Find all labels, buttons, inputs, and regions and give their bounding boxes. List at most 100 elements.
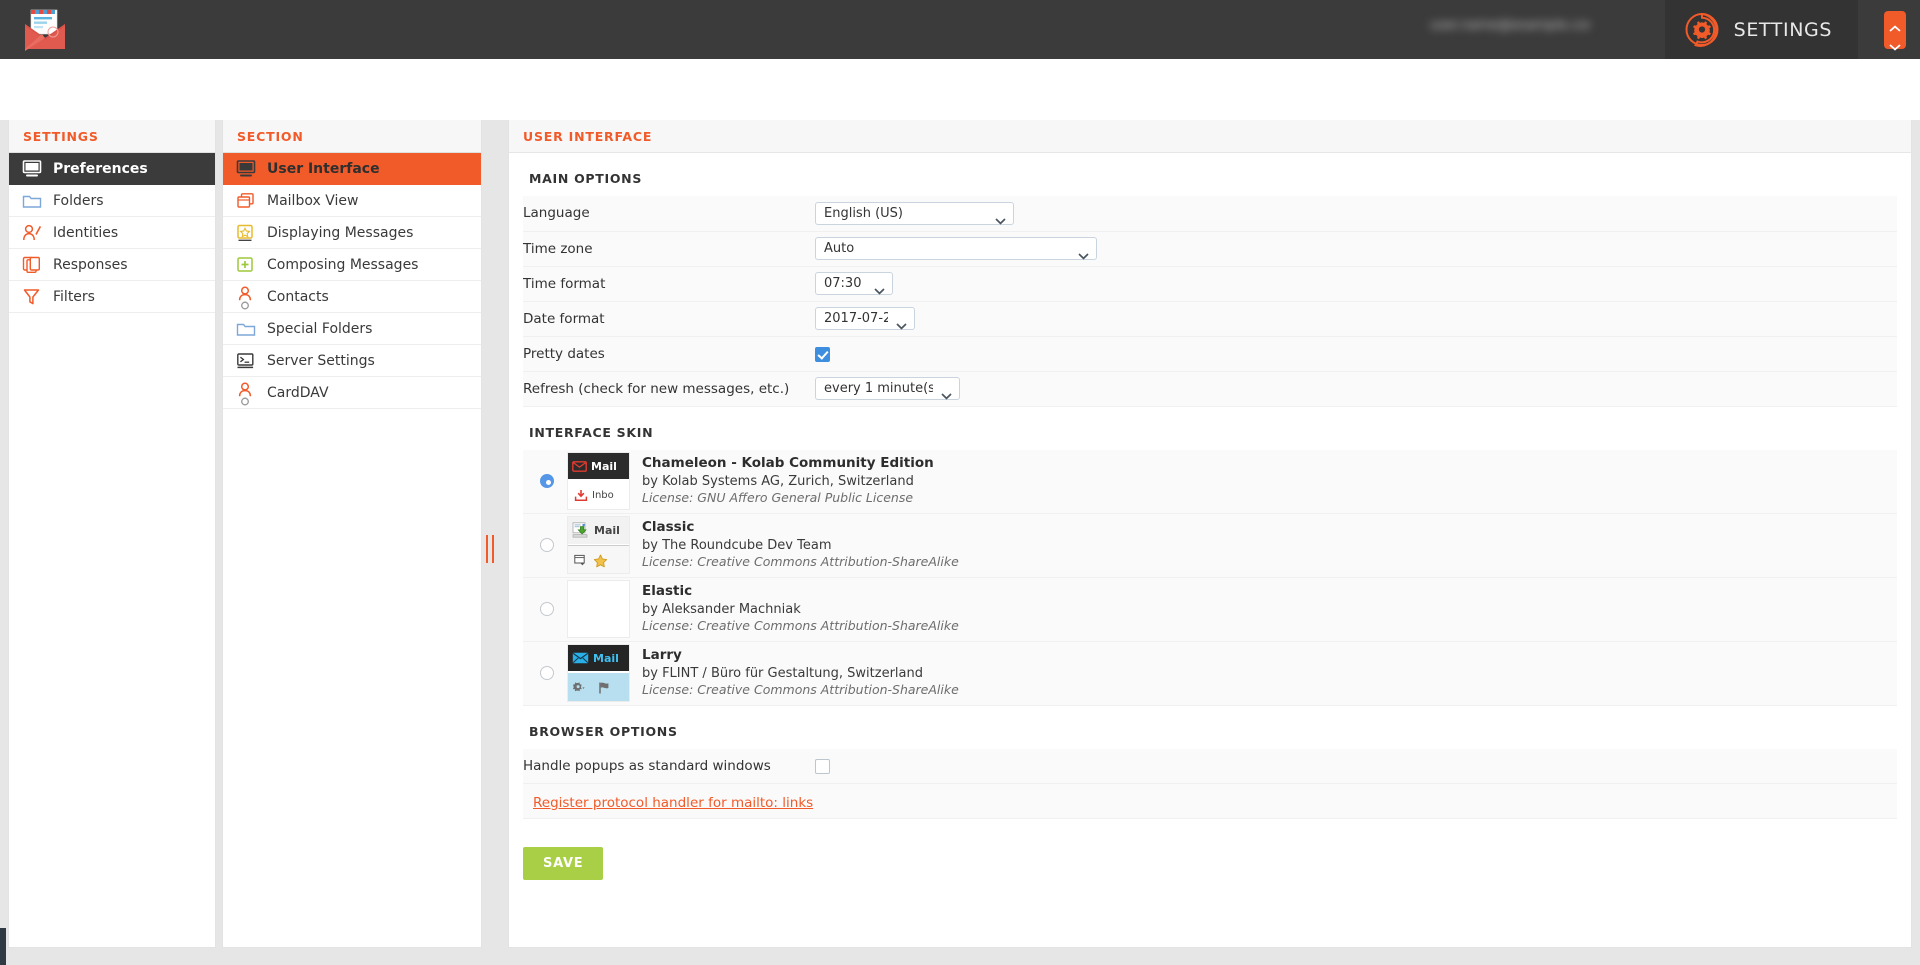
time-format-select[interactable]: 07:30 [815,272,893,295]
language-select[interactable]: English (US) [815,201,1014,225]
section-item-displaying-messages[interactable]: Displaying Messages [223,217,481,249]
settings-button-label: SETTINGS [1733,18,1832,41]
section-item-label: Displaying Messages [267,224,414,241]
skin-radio[interactable] [540,474,554,488]
table-row: Time zone Auto [523,231,1897,266]
row-label: Time zone [523,240,593,257]
splitter-grip-icon [486,535,494,563]
sidebar-item-label: Responses [53,256,128,273]
skin-license: License: GNU Affero General Public Licen… [642,490,914,506]
skin-radio[interactable] [540,666,554,680]
section-item-label: CardDAV [267,384,329,401]
sidebar-item-folders[interactable]: Folders [9,185,215,217]
thumb-mail-label: Mail [593,651,619,665]
gear-icon [1683,11,1721,49]
skin-radio[interactable] [540,538,554,552]
sidebar-item-label: Identities [53,224,119,241]
section-item-carddav[interactable]: CardDAV [223,377,481,409]
skin-option-chameleon[interactable]: Mail Inbo Chameleon - Kolab Community Ed… [523,449,1897,514]
sidebar-item-label: Filters [53,288,95,305]
row-label: Refresh (check for new messages, etc.) [523,380,790,397]
toolbar-band [0,59,1920,120]
settings-sidebar-title: SETTINGS [9,120,215,153]
sidebar-item-preferences[interactable]: Preferences [9,153,215,185]
top-header-bar: user.name@example.com SETTINGS [0,0,1920,59]
skin-author: by FLINT / Büro für Gestaltung, Switzerl… [642,666,923,682]
table-row: Time format 07:30 [523,266,1897,301]
monitor-icon [235,158,257,180]
contact-person-icon [235,286,257,309]
register-mailto-handler-link[interactable]: Register protocol handler for mailto: li… [523,795,813,811]
sidebar-item-label: Folders [53,192,104,209]
sidebar-item-label: Preferences [53,160,148,177]
row-label: Date format [523,310,605,327]
section-item-composing-messages[interactable]: Composing Messages [223,249,481,281]
skin-list: Mail Inbo Chameleon - Kolab Community Ed… [523,449,1897,706]
chevron-down-icon [1889,36,1901,51]
section-item-label: Contacts [267,288,329,305]
section-item-special-folders[interactable]: Special Folders [223,313,481,345]
skin-thumbnail-chameleon: Mail Inbo [567,452,630,510]
contact-person-icon [235,382,257,405]
main-options-heading: MAIN OPTIONS [529,171,643,186]
interface-skin-heading: INTERFACE SKIN [529,424,654,440]
section-item-contacts[interactable]: Contacts [223,281,481,313]
skin-author: by The Roundcube Dev Team [642,538,832,554]
table-row: Handle popups as standard windows [523,748,1897,784]
settings-sidebar: SETTINGS Preferences Folders Identities … [8,120,216,948]
windows-stack-icon [235,190,257,212]
skin-thumbnail-elastic [567,580,630,638]
section-item-label: Special Folders [267,320,373,337]
section-item-server-settings[interactable]: Server Settings [223,345,481,377]
section-item-label: Server Settings [267,352,375,369]
star-box-icon [235,222,257,244]
folder-icon [21,190,43,212]
section-item-user-interface[interactable]: User Interface [223,153,481,185]
thumb-mail-label: Mail [594,524,620,537]
skin-author: by Kolab Systems AG, Zurich, Switzerland [642,474,914,490]
row-label: Time format [523,275,606,292]
pretty-dates-checkbox[interactable] [815,347,830,362]
user-edit-icon [21,222,43,244]
timezone-select[interactable]: Auto [815,237,1097,260]
terminal-icon [235,350,257,372]
skin-author: by Aleksander Machniak [642,602,801,618]
folder-icon [235,318,257,340]
skin-name: Classic [642,519,695,536]
save-button[interactable]: SAVE [523,847,604,880]
section-panel-title: SECTION [223,120,481,153]
table-row: Date format 2017-07-24 [523,301,1897,336]
section-item-label: Composing Messages [267,256,419,273]
skin-option-classic[interactable]: Mail Classic by The Roundcube Dev Team L… [523,513,1897,578]
section-item-label: User Interface [267,160,380,177]
pages-stack-icon [21,254,43,276]
section-list-panel: SECTION User Interface Mailbox View Disp… [222,120,482,948]
table-row: Register protocol handler for mailto: li… [523,783,1897,819]
scroll-up-down-control[interactable] [1884,11,1906,51]
section-item-mailbox-view[interactable]: Mailbox View [223,185,481,217]
sidebar-item-responses[interactable]: Responses [9,249,215,281]
row-label: Pretty dates [523,345,605,362]
row-label: Handle popups as standard windows [523,757,771,774]
row-label: Language [523,205,590,222]
date-format-select[interactable]: 2017-07-24 [815,307,915,330]
skin-option-elastic[interactable]: Elastic by Aleksander Machniak License: … [523,577,1897,642]
skin-license: License: Creative Commons Attribution-Sh… [642,682,959,698]
panel-splitter[interactable] [483,120,497,948]
skin-radio[interactable] [540,602,554,616]
handle-popups-checkbox[interactable] [815,759,830,775]
skin-license: License: Creative Commons Attribution-Sh… [642,554,959,570]
refresh-interval-select[interactable]: every 1 minute(s) [815,377,960,400]
thumb-inbox-label: Inbo [592,490,614,501]
settings-button[interactable]: SETTINGS [1664,0,1858,59]
sidebar-item-filters[interactable]: Filters [9,281,215,313]
thumb-mail-label: Mail [591,459,617,473]
skin-thumbnail-larry: Mail [567,644,630,702]
skin-option-larry[interactable]: Mail Larry by FLINT / Büro für Gestaltun… [523,641,1897,706]
skin-name: Elastic [642,583,693,600]
main-content-panel: USER INTERFACE MAIN OPTIONS Language Eng… [508,120,1912,948]
browser-options-heading: BROWSER OPTIONS [529,723,678,739]
sidebar-item-identities[interactable]: Identities [9,217,215,249]
table-row: Language English (US) [523,196,1897,231]
browser-options-table: Handle popups as standard windows Regist… [523,748,1897,820]
